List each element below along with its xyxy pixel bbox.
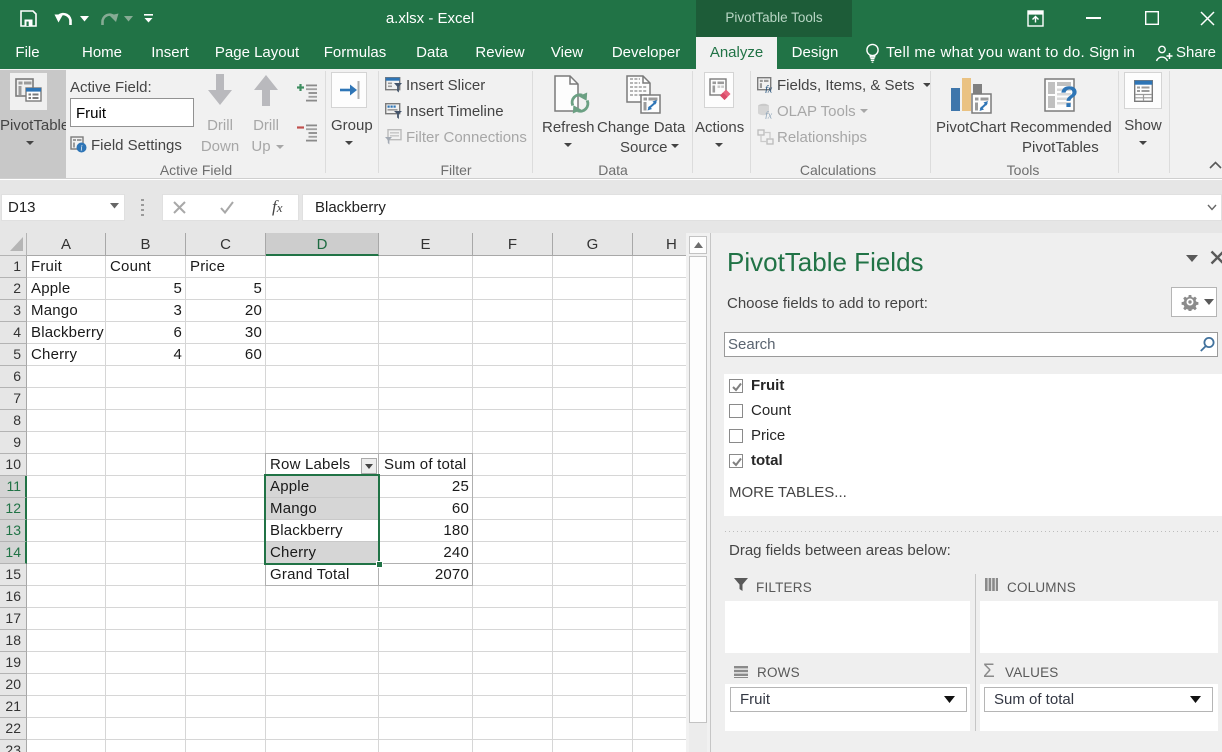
svg-text:?: ? bbox=[1060, 81, 1078, 114]
svg-text:fx: fx bbox=[765, 111, 773, 120]
svg-text:i: i bbox=[80, 143, 82, 152]
svg-text:fx: fx bbox=[765, 85, 773, 94]
